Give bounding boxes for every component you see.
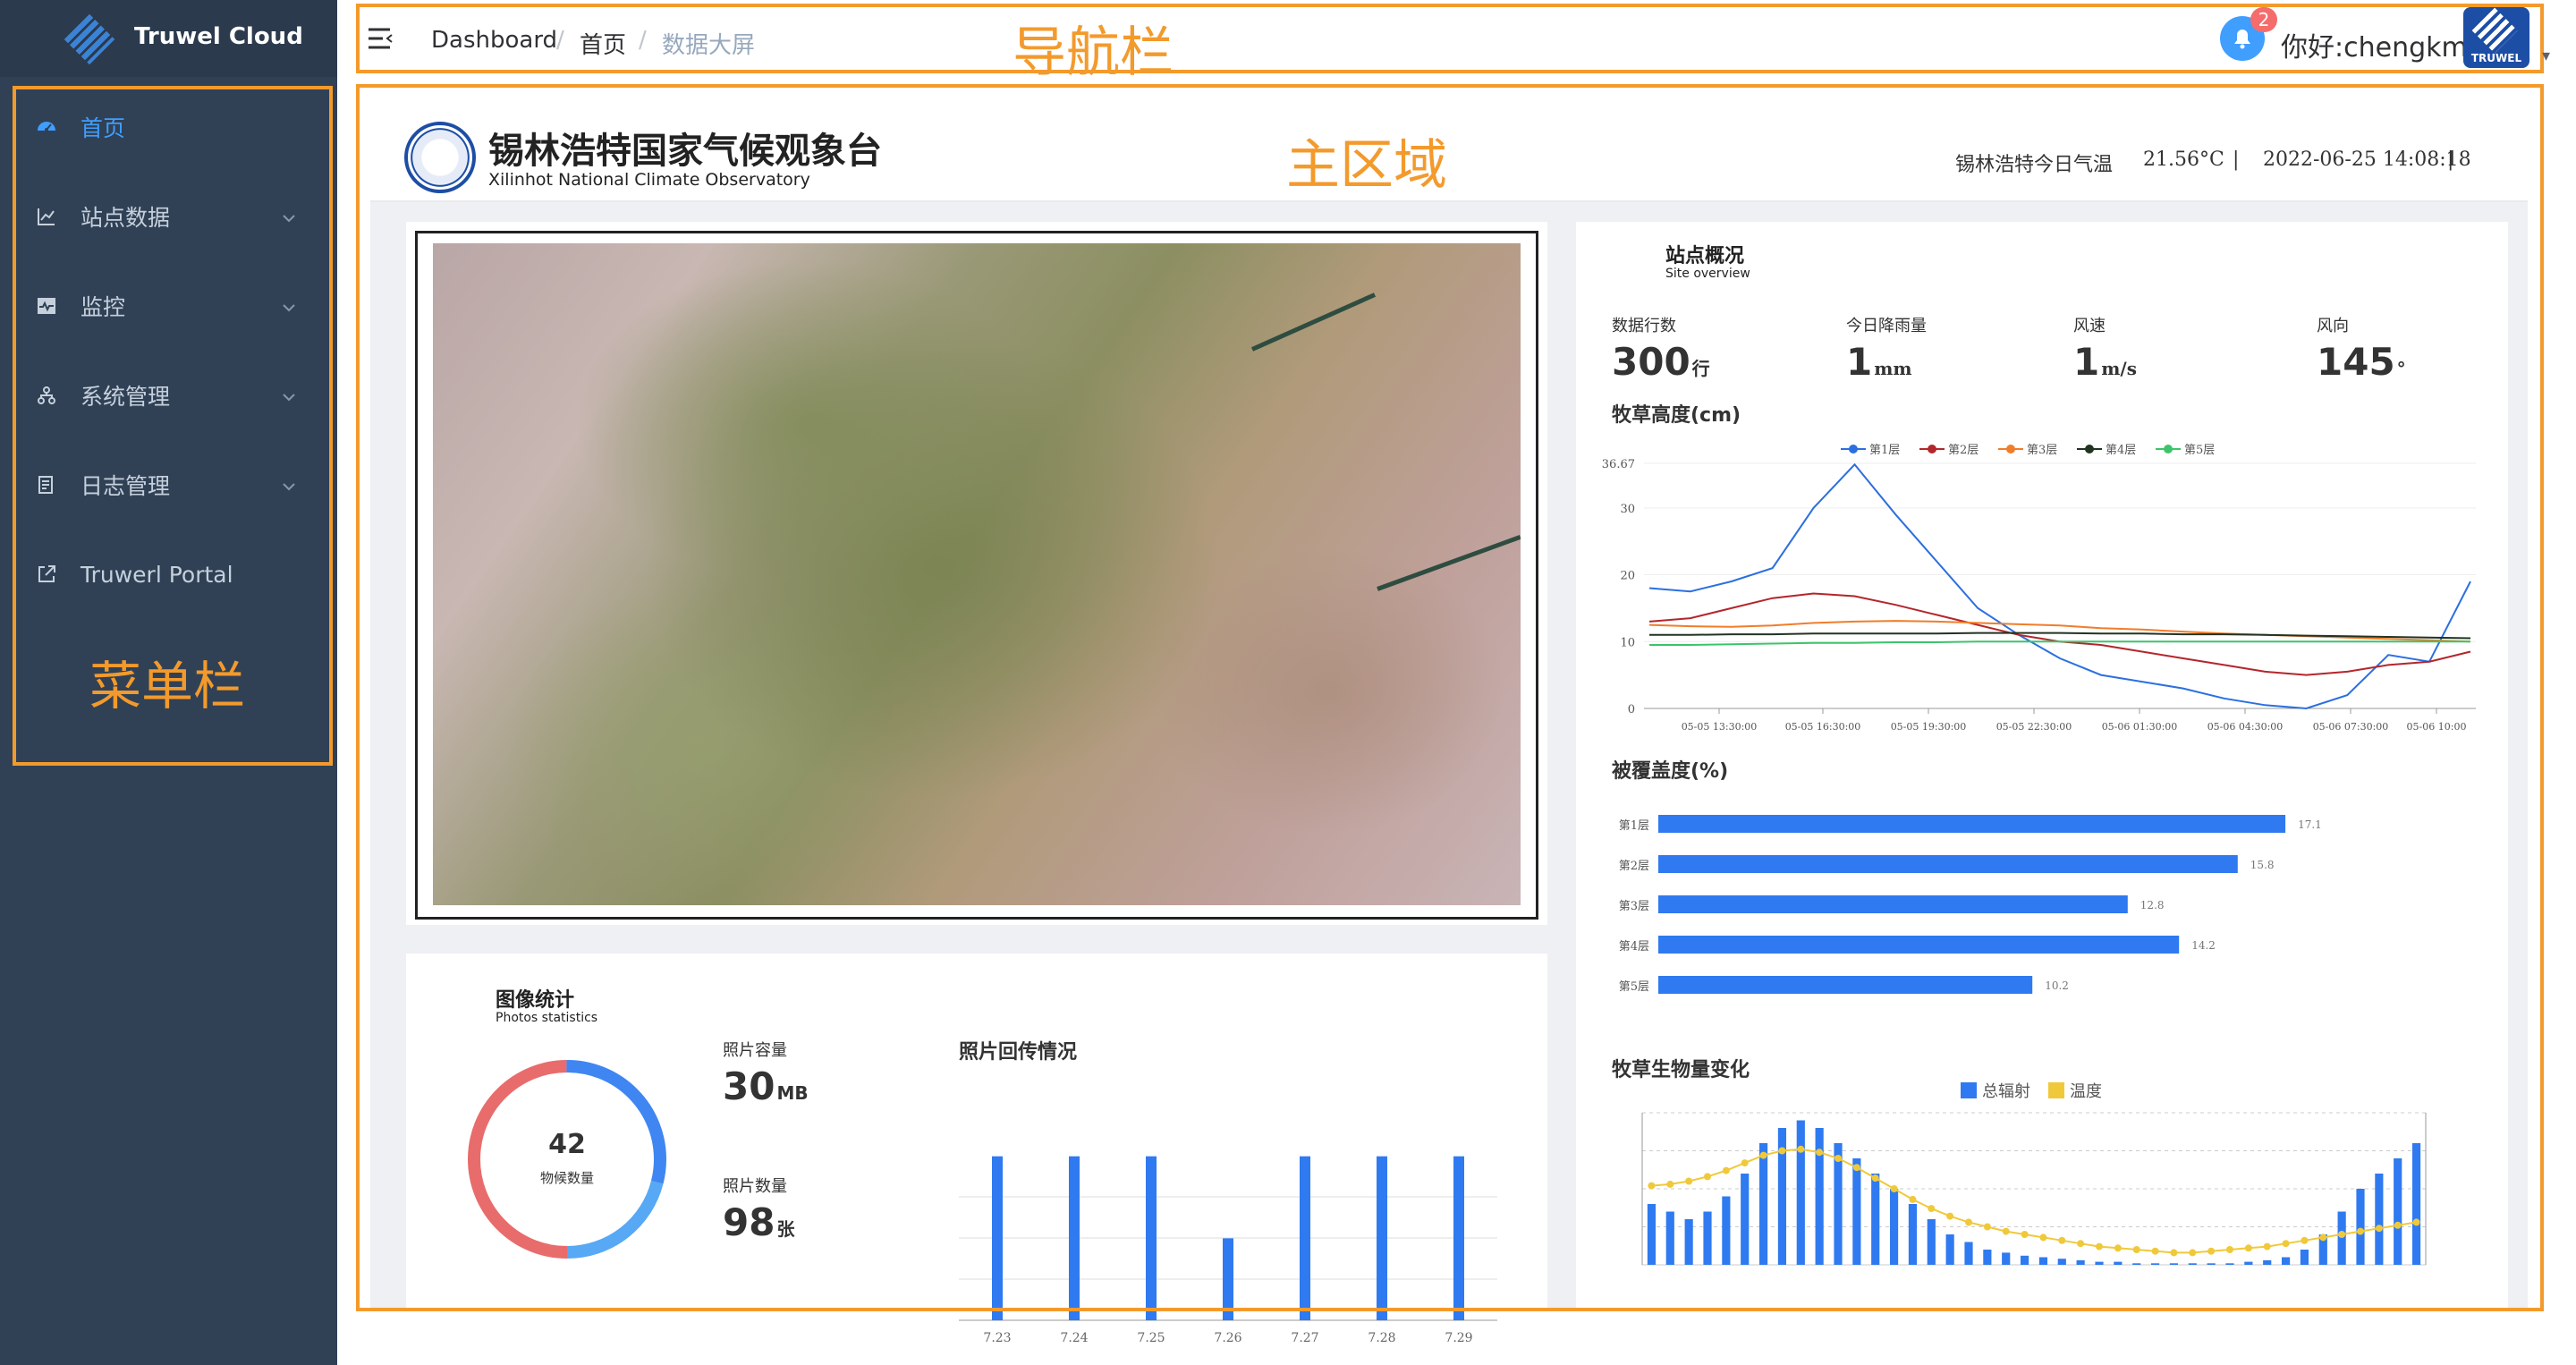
dashboard-icon [34, 114, 59, 140]
notification-badge: 2 [2250, 7, 2277, 32]
sidebar-item-label: 首页 [80, 115, 126, 141]
menu-caption: 菜单栏 [89, 656, 246, 716]
brand-name: Truwel Cloud [134, 23, 303, 50]
main-area-annotation-frame [356, 84, 2544, 1311]
breadcrumb-separator: / [639, 27, 647, 54]
sidebar-item-monitor[interactable]: 监控 [18, 279, 322, 333]
avatar[interactable]: TRUWEL [2463, 7, 2529, 68]
x-tick-label: 7.27 [1291, 1331, 1318, 1345]
x-tick-label: 7.24 [1060, 1331, 1088, 1345]
truwel-logo-icon [2471, 7, 2518, 54]
avatar-text: TRUWEL [2470, 52, 2522, 64]
sidebar-item-label: Truwerl Portal [80, 561, 233, 588]
log-icon [34, 472, 59, 497]
sidebar-item-portal[interactable]: Truwerl Portal [18, 547, 322, 601]
sidebar: Truwel Cloud 首页 站点数据 监控 系统管理 日志管理 Truwer… [0, 0, 337, 1365]
sidebar-item-system[interactable]: 系统管理 [18, 369, 322, 422]
navbar-caption: 导航栏 [1013, 21, 1174, 84]
truwel-logo-icon [64, 13, 115, 65]
x-tick-label: 7.23 [983, 1331, 1011, 1345]
chevron-down-icon [281, 295, 297, 321]
monitor-icon [34, 293, 59, 318]
user-greeting[interactable]: 你好:chengkm [2281, 25, 2468, 64]
tree-icon [34, 383, 59, 408]
chevron-down-icon [281, 206, 297, 232]
sidebar-item-label: 站点数据 [80, 205, 171, 231]
breadcrumb-home[interactable]: 首页 [580, 27, 626, 60]
x-tick-label: 7.28 [1368, 1331, 1395, 1345]
x-tick-label: 7.29 [1445, 1331, 1472, 1345]
sidebar-item-logs[interactable]: 日志管理 [18, 458, 322, 512]
external-link-icon [34, 562, 59, 587]
chevron-down-icon [281, 385, 297, 411]
sidebar-item-label: 系统管理 [80, 384, 171, 410]
sidebar-item-site-data[interactable]: 站点数据 [18, 190, 322, 243]
x-tick-label: 7.26 [1214, 1331, 1241, 1345]
hamburger-icon[interactable] [367, 27, 394, 54]
chevron-down-icon [281, 474, 297, 500]
brand-logo[interactable]: Truwel Cloud [0, 0, 337, 77]
sidebar-item-home[interactable]: 首页 [18, 100, 322, 154]
breadcrumb-dashboard[interactable]: Dashboard [431, 27, 557, 54]
caret-down-icon[interactable]: ▾ [2542, 47, 2550, 65]
breadcrumb-current: 数据大屏 [662, 32, 756, 59]
sidebar-item-label: 日志管理 [80, 473, 171, 499]
line-chart-icon [34, 204, 59, 229]
x-tick-label: 7.25 [1137, 1331, 1165, 1345]
sidebar-item-label: 监控 [80, 294, 126, 320]
breadcrumb-separator: / [556, 27, 564, 54]
